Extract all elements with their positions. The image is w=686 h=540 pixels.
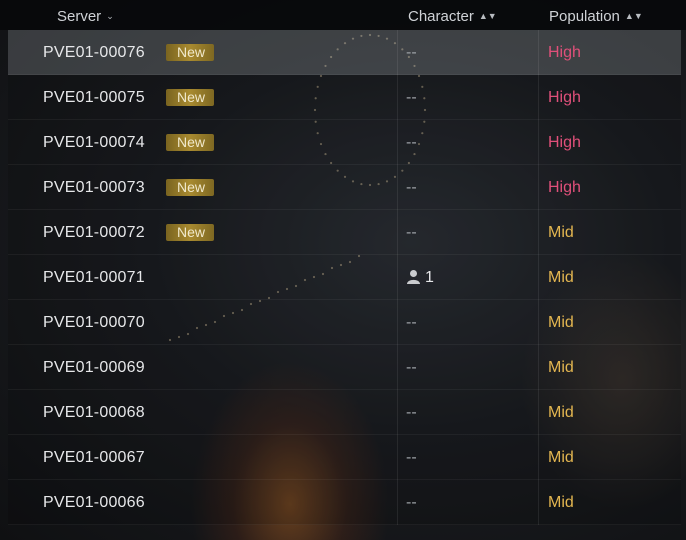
new-badge: New [166,134,214,151]
column-divider [538,480,539,525]
server-row[interactable]: PVE01-00074 New -- High [8,120,681,165]
character-count: 1 [406,269,434,287]
column-divider [397,210,398,255]
server-row[interactable]: PVE01-00076 New -- High [8,30,681,75]
server-row[interactable]: PVE01-00075 New -- High [8,75,681,120]
column-divider [397,30,398,75]
column-divider [397,390,398,435]
new-badge: New [166,224,214,241]
sort-arrows-icon: ▲▼ [478,11,497,21]
population-status: High [548,134,581,151]
server-name: PVE01-00076 [43,44,145,61]
character-count: -- [406,89,417,106]
character-header-label: Character [408,8,474,25]
population-status: Mid [548,269,574,286]
population-header-label: Population [549,8,620,25]
server-name: PVE01-00072 [43,224,145,241]
server-row[interactable]: PVE01-00068 -- Mid [8,390,681,435]
server-name: PVE01-00066 [43,494,145,511]
column-divider [538,345,539,390]
character-count: -- [406,359,417,376]
character-column-header[interactable]: Character ▲▼ [408,8,497,25]
new-badge: New [166,89,214,106]
server-row[interactable]: PVE01-00073 New -- High [8,165,681,210]
server-row[interactable]: PVE01-00071 1 Mid [8,255,681,300]
server-name: PVE01-00075 [43,89,145,106]
server-list: PVE01-00076 New -- High PVE01-00075 New -- High… [8,30,681,525]
server-name: PVE01-00069 [43,359,145,376]
population-status: Mid [548,314,574,331]
sort-arrows-icon: ▲▼ [624,11,643,21]
server-row[interactable]: PVE01-00070 -- Mid [8,300,681,345]
character-count: -- [406,224,417,241]
column-divider [538,435,539,480]
character-count: -- [406,314,417,331]
population-status: Mid [548,404,574,421]
character-count: -- [406,44,417,61]
population-status: High [548,44,581,61]
character-count: -- [406,494,417,511]
character-count: -- [406,179,417,196]
character-count: -- [406,404,417,421]
population-column-header[interactable]: Population ▲▼ [549,8,643,25]
column-divider [538,390,539,435]
column-divider [397,255,398,300]
character-count: -- [406,134,417,151]
column-divider [538,75,539,120]
server-name: PVE01-00070 [43,314,145,331]
server-name: PVE01-00073 [43,179,145,196]
new-badge: New [166,44,214,61]
column-divider [397,345,398,390]
server-name: PVE01-00071 [43,269,145,286]
column-divider [397,120,398,165]
population-status: Mid [548,359,574,376]
server-column-header[interactable]: Server ⌄ [57,8,114,25]
column-divider [538,255,539,300]
server-header-label: Server [57,8,102,25]
population-status: High [548,89,581,106]
column-divider [538,30,539,75]
chevron-down-icon: ⌄ [106,11,114,21]
population-status: Mid [548,449,574,466]
server-row[interactable]: PVE01-00069 -- Mid [8,345,681,390]
column-divider [397,435,398,480]
character-count-value: 1 [425,269,434,286]
column-divider [397,75,398,120]
server-row[interactable]: PVE01-00067 -- Mid [8,435,681,480]
column-divider [538,300,539,345]
column-divider [397,300,398,345]
column-divider [538,210,539,255]
server-name: PVE01-00068 [43,404,145,421]
column-divider [397,480,398,525]
new-badge: New [166,179,214,196]
server-row[interactable]: PVE01-00066 -- Mid [8,480,681,525]
user-icon [407,270,420,284]
population-status: Mid [548,224,574,241]
server-name: PVE01-00067 [43,449,145,466]
server-list-header: Server ⌄ Character ▲▼ Population ▲▼ [0,0,686,30]
population-status: Mid [548,494,574,511]
column-divider [397,165,398,210]
server-name: PVE01-00074 [43,134,145,151]
server-row[interactable]: PVE01-00072 New -- Mid [8,210,681,255]
column-divider [538,120,539,165]
character-count: -- [406,449,417,466]
column-divider [538,165,539,210]
population-status: High [548,179,581,196]
